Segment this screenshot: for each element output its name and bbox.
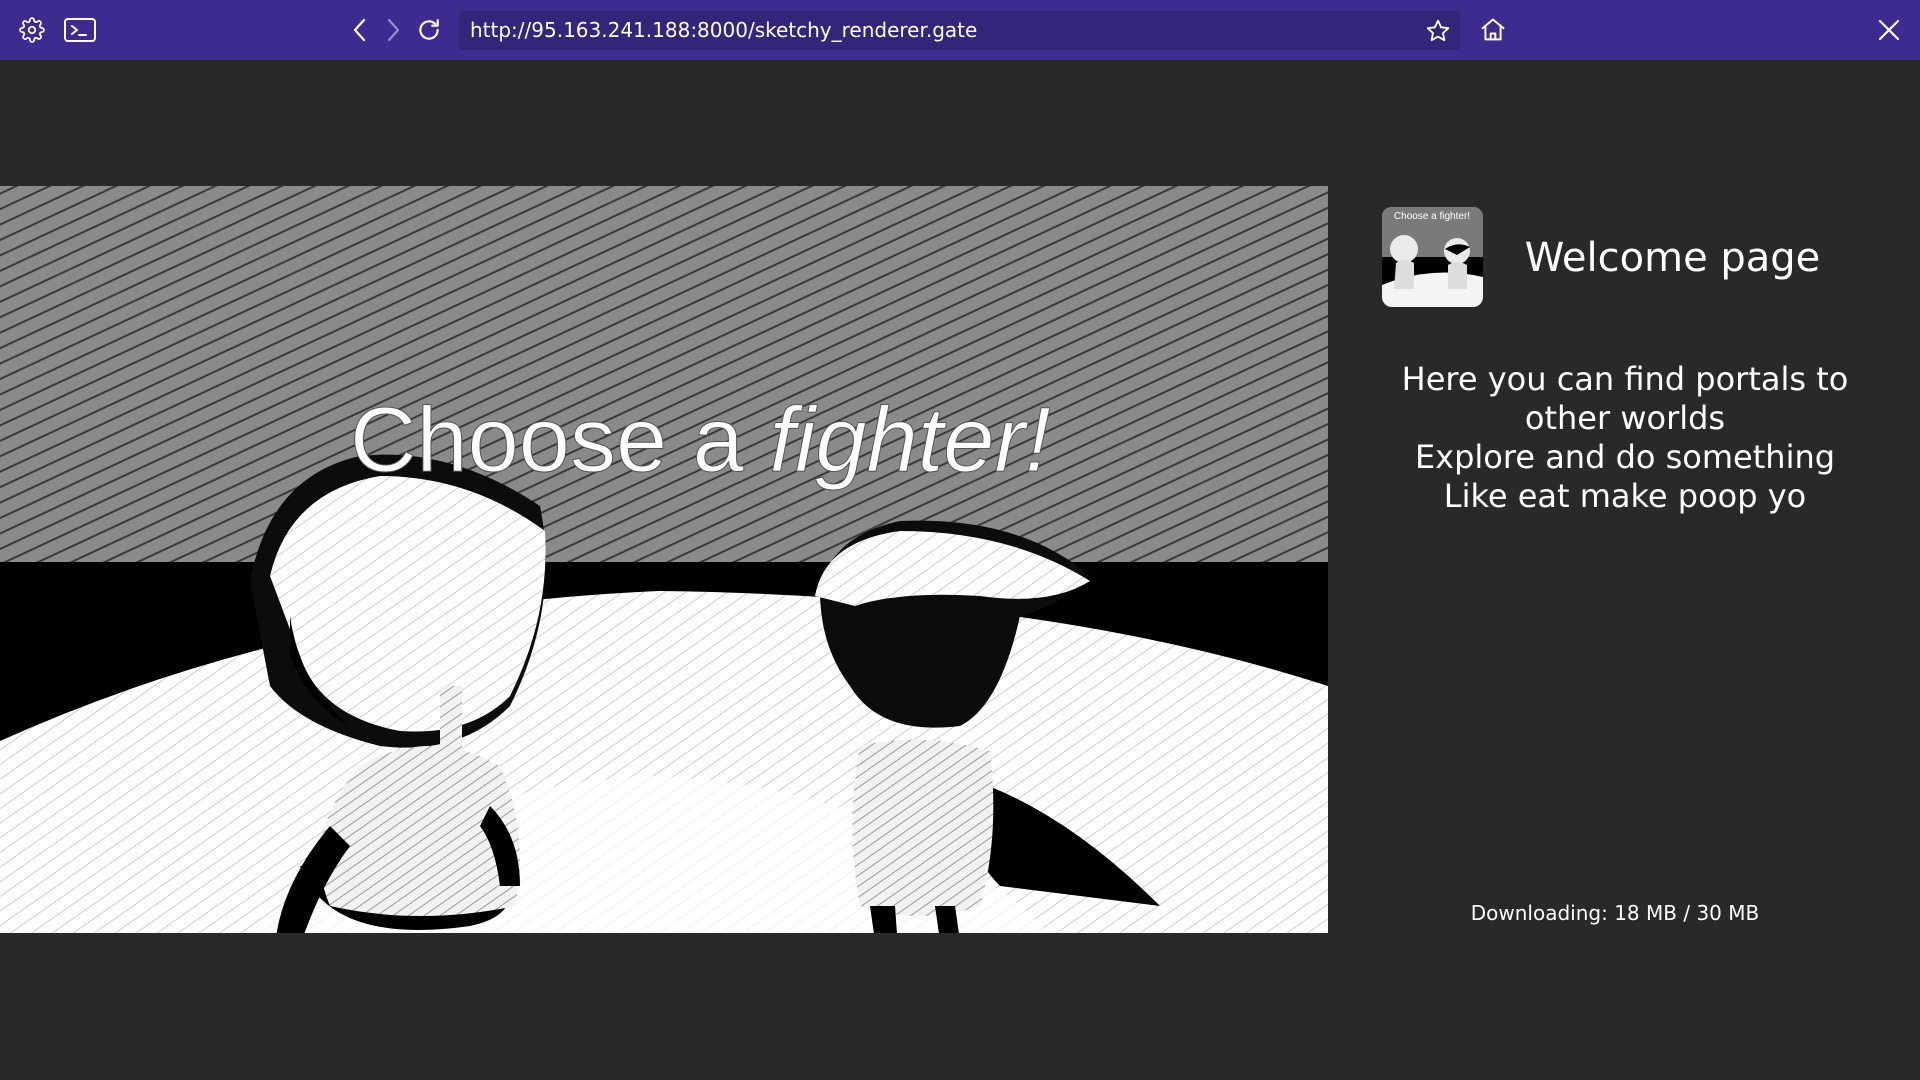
settings-button[interactable] — [14, 12, 50, 48]
description-line: Like eat make poop yo — [1443, 477, 1807, 515]
url-text[interactable]: http://95.163.241.188:8000/sketchy_rende… — [470, 11, 977, 50]
home-icon — [1481, 18, 1505, 41]
page-title: Welcome page — [1524, 235, 1821, 281]
chevron-left-icon — [353, 18, 366, 42]
terminal-icon — [64, 18, 96, 42]
star-icon — [1426, 19, 1450, 42]
reload-icon — [419, 19, 439, 40]
hero-title-plain: Choose a — [350, 389, 769, 491]
home-button[interactable] — [1475, 12, 1511, 48]
portal-thumbnail[interactable]: Choose a fighter! — [1382, 207, 1483, 307]
chevron-right-icon — [387, 18, 400, 42]
scene-preview[interactable]: Choose a fighter! — [0, 186, 1328, 933]
portal-description: Here you can find portals to other world… — [1370, 360, 1880, 516]
thumbnail-caption: Choose a fighter! — [1394, 211, 1470, 222]
gear-icon — [19, 17, 45, 43]
close-button[interactable] — [1871, 12, 1907, 48]
thumbnail-image: Choose a fighter! — [1382, 207, 1483, 307]
browser-toolbar: http://95.163.241.188:8000/sketchy_rende… — [0, 0, 1920, 60]
back-button[interactable] — [342, 12, 378, 48]
address-bar[interactable]: http://95.163.241.188:8000/sketchy_rende… — [459, 11, 1460, 50]
close-icon — [1878, 19, 1900, 41]
hero-title: Choose a fighter! — [350, 389, 1051, 491]
terminal-button[interactable] — [62, 12, 98, 48]
reload-button[interactable] — [411, 12, 447, 48]
description-line: Here you can find portals to — [1401, 360, 1849, 398]
bookmark-button[interactable] — [1420, 13, 1456, 49]
scene-illustration: Choose a fighter! — [0, 186, 1328, 933]
forward-button[interactable] — [375, 12, 411, 48]
description-line: other worlds — [1524, 399, 1726, 437]
hero-title-emphasis: fighter! — [769, 389, 1050, 491]
description-line: Explore and do something — [1414, 438, 1836, 476]
download-status: Downloading: 18 MB / 30 MB — [1470, 901, 1760, 925]
